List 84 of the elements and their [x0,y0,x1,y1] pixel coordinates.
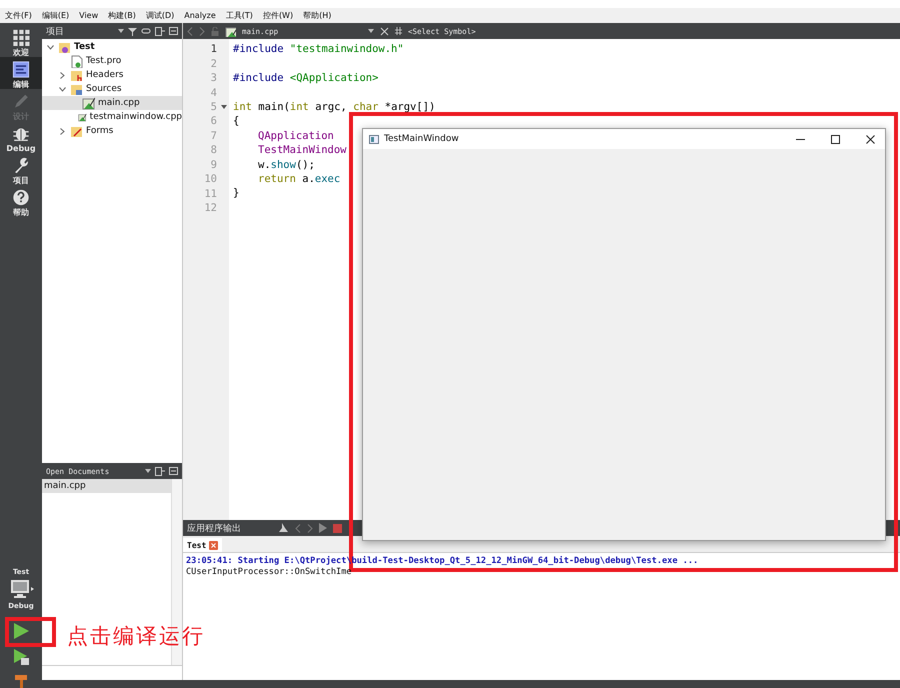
line-number: 8 [210,144,217,156]
document-item[interactable]: main.cpp [42,479,171,493]
tree-item[interactable]: Test [42,40,182,54]
source-file-icon [225,26,236,36]
menu-item[interactable]: 文件(F) [0,10,37,21]
source-folder-icon [70,82,83,96]
dropdown-caret-icon[interactable] [145,469,151,473]
line-number: 10 [203,173,217,186]
tree-item[interactable]: Sources [42,82,182,96]
code-line: return a.exec [257,172,340,186]
window-app-icon [369,134,379,144]
line-number: 5 [210,100,217,113]
chevron-down-icon[interactable] [58,86,66,92]
project-folder-icon [58,40,71,54]
play-icon[interactable] [319,523,327,533]
code-line: { [233,115,240,128]
tree-item[interactable]: testmainwindow.cpp [42,110,182,124]
close-icon[interactable] [866,134,874,144]
hash-icon[interactable] [395,27,402,35]
tree-item[interactable]: Forms [42,124,182,138]
menu-item[interactable]: 帮助(H) [298,10,336,21]
window-title: TestMainWindow [384,134,460,144]
debug-run-icon[interactable] [12,648,30,666]
close-pane-icon[interactable] [169,467,178,475]
code-line: TestMainWindow [257,143,347,158]
line-number: 12 [203,202,217,214]
filter-icon[interactable] [128,26,137,36]
monitor-icon[interactable] [8,579,34,599]
line-number: 7 [210,130,217,142]
panel-title[interactable]: 项目 [46,24,114,38]
line-number: 11 [203,188,217,200]
tree-item[interactable]: main.cpp [42,96,182,110]
menu-item[interactable]: View [74,11,104,20]
link-icon[interactable] [141,27,151,35]
hammer-icon[interactable] [12,674,30,688]
code-line: #include "testmainwindow.h" [233,43,404,55]
line-number: 4 [210,86,217,99]
document-icon [11,61,31,78]
output-tab[interactable]: Test [183,538,222,552]
chevron-right-icon[interactable] [60,128,64,134]
split-icon[interactable] [155,466,165,476]
mode-button[interactable]: 编辑 [0,57,42,89]
highlight-frame [5,617,56,647]
line-number: 6 [210,115,217,128]
close-pane-icon[interactable] [169,27,178,35]
chevron-right-icon[interactable] [60,72,64,78]
mode-button[interactable]: Debug [0,121,42,153]
dropdown-caret-icon[interactable] [118,29,124,33]
code-line: #include <QApplication> [233,72,378,84]
chevron-down-icon[interactable] [46,44,54,50]
menu-item[interactable]: 调试(D) [140,10,180,21]
menu-item[interactable]: 编辑(E) [36,10,74,21]
mode-button[interactable]: 帮助 [0,185,42,217]
mode-button[interactable]: 项目 [0,153,42,185]
help-icon [11,189,31,206]
line-number: 2 [210,58,217,70]
annotation-text: 点击编译运行 [67,623,205,650]
maximize-icon[interactable] [830,134,840,144]
fold-marker-icon[interactable] [221,104,227,109]
dropdown-caret-icon[interactable] [368,29,374,33]
menu-item[interactable]: 工具(T) [220,10,258,21]
project-file-icon [70,54,83,68]
mode-button[interactable]: 欢迎 [0,25,42,57]
tree-item[interactable]: Test.pro [42,54,182,68]
form-folder-icon [70,124,83,138]
output-line: CUserInputProcessor::OnSwitchIme [186,567,353,578]
code-line: QApplication [257,128,334,144]
grid-icon [11,29,31,46]
clear-icon[interactable] [279,523,289,533]
code-line: int main(int argc, char *argv[]) [233,100,436,113]
tree-item[interactable]: Headers [42,68,182,82]
code-line: } [233,187,240,200]
output-title: 应用程序输出 [187,522,242,534]
menu-item[interactable]: 构建(B) [103,10,141,21]
run-icon[interactable] [12,622,30,640]
menu-item[interactable]: Analyze [179,11,221,20]
line-number: 9 [210,158,217,171]
line-number: 3 [210,72,217,84]
split-icon[interactable] [155,26,165,36]
code-line: w.show(); [257,158,315,172]
menu-item[interactable]: 控件(W) [258,10,298,21]
line-number: 1 [210,43,217,56]
header-folder-icon [70,68,83,82]
minimize-icon[interactable] [796,138,804,140]
